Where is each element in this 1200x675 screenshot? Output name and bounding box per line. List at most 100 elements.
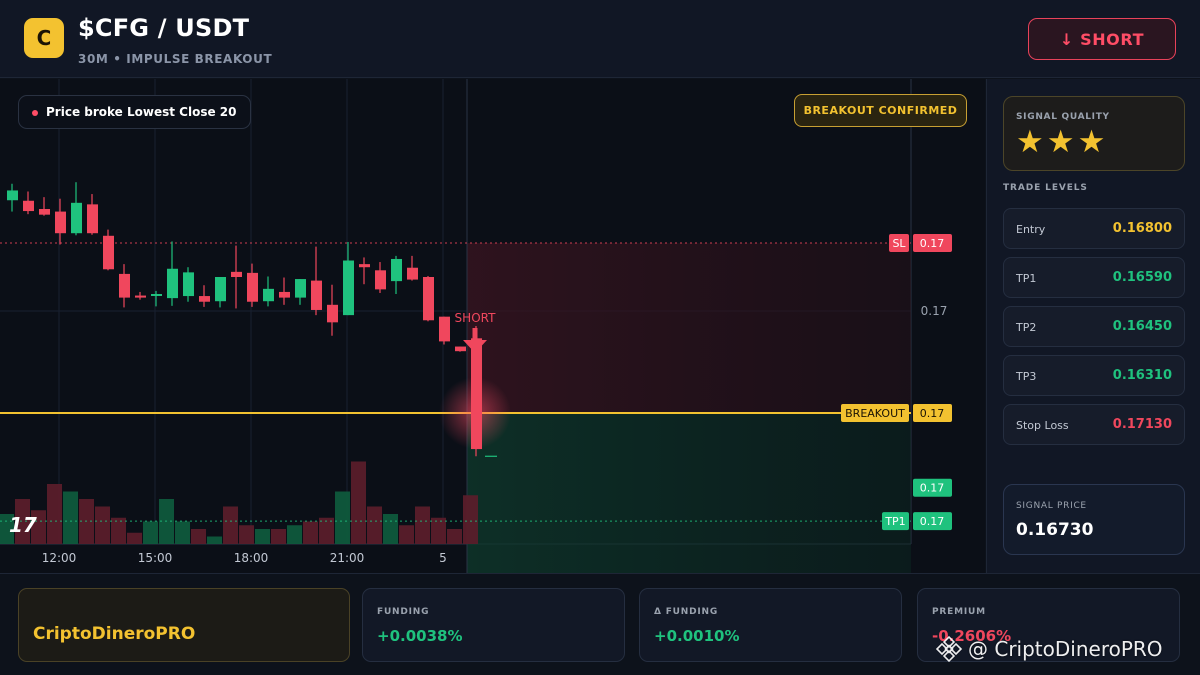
candle-body[interactable]	[455, 346, 466, 352]
funding-value: +0.0038%	[377, 627, 463, 645]
signal-price-value: 0.16730	[1016, 520, 1094, 540]
candle-body[interactable]	[103, 235, 114, 270]
sl-price-text: 0.17	[920, 237, 945, 250]
candle-body[interactable]	[151, 294, 162, 296]
volume-bar	[447, 529, 462, 544]
candle-body[interactable]	[23, 200, 34, 212]
header-bar: C $CFG / USDT 30M • IMPULSE BREAKOUT ↓ S…	[0, 0, 1200, 78]
candle-body[interactable]	[135, 295, 146, 298]
candle-body[interactable]	[327, 304, 338, 323]
candle-body[interactable]	[167, 268, 178, 299]
brand-name: CriptoDineroPRO	[33, 624, 196, 644]
tp1-price-text: 0.17	[920, 515, 945, 528]
time-axis-tick: 12:00	[42, 551, 77, 565]
level-tp1: TP1 0.16590	[1003, 257, 1185, 298]
volume-bar	[127, 532, 142, 544]
volume-bar	[191, 529, 206, 544]
coin-logo: C	[24, 18, 64, 58]
delta-funding-value: +0.0010%	[654, 627, 740, 645]
breakout-info-pill: Price broke Lowest Close 20	[18, 95, 252, 129]
volume-bar	[47, 484, 62, 544]
time-axis-tick: 18:00	[234, 551, 269, 565]
level-value: 0.16450	[1112, 319, 1172, 334]
price-axis-tick: 0.17	[921, 304, 948, 318]
volume-bar	[415, 506, 430, 544]
time-axis-tick: 5	[439, 551, 447, 565]
level-value: 0.16590	[1112, 270, 1172, 285]
candle-body[interactable]	[423, 277, 434, 321]
level-name: Entry	[1016, 223, 1046, 236]
volume-bar	[351, 461, 366, 544]
candle-body[interactable]	[311, 280, 322, 310]
tp1-tag-text: TP1	[884, 515, 905, 528]
tradingview-logo-icon: 17	[9, 513, 37, 537]
candle-body[interactable]	[391, 258, 402, 282]
candle-body[interactable]	[231, 271, 242, 277]
candle-body[interactable]	[183, 272, 194, 297]
signal-quality-label: SIGNAL QUALITY	[1016, 112, 1110, 122]
breakout-price-text: 0.17	[920, 407, 945, 420]
candlestick-chart[interactable]: SHORT 0.17 SL 0.17 BREAKOUT 0.17 0.17 TP1 0.17 1…	[0, 79, 985, 573]
short-marker-label: SHORT	[455, 311, 497, 325]
funding-label: FUNDING	[377, 607, 430, 617]
time-axis-tick: 15:00	[138, 551, 173, 565]
sl-tag-text: SL	[892, 237, 906, 250]
candle-body[interactable]	[119, 273, 130, 298]
volume-bar	[95, 506, 110, 544]
candle-body[interactable]	[247, 272, 258, 302]
trade-levels-label: TRADE LEVELS	[1003, 183, 1088, 193]
volume-bar	[431, 517, 446, 544]
level-value: 0.17130	[1112, 417, 1172, 432]
delta-funding-card: Δ FUNDING +0.0010%	[639, 588, 902, 662]
candle-body[interactable]	[343, 260, 354, 316]
candle-body[interactable]	[7, 190, 18, 201]
signal-price-card: SIGNAL PRICE 0.16730	[1003, 484, 1185, 555]
candle-body[interactable]	[215, 277, 226, 302]
candle-body[interactable]	[359, 264, 370, 268]
short-button[interactable]: ↓ SHORT	[1028, 18, 1176, 60]
level-name: TP2	[1016, 321, 1037, 334]
signal-price-label: SIGNAL PRICE	[1016, 501, 1087, 511]
volume-bar	[367, 506, 382, 544]
level-name: TP3	[1016, 370, 1037, 383]
funding-card: FUNDING +0.0038%	[362, 588, 625, 662]
candle-body[interactable]	[263, 288, 274, 302]
watermark: @ CriptoDineroPRO	[936, 636, 1163, 662]
candle-body[interactable]	[71, 202, 82, 234]
price-chart[interactable]: SHORT 0.17 SL 0.17 BREAKOUT 0.17 0.17 TP1 0.17 1…	[0, 79, 985, 573]
volume-bar	[111, 517, 126, 544]
level-stop-loss: Stop Loss 0.17130	[1003, 404, 1185, 445]
volume-bar	[63, 491, 78, 544]
pair-subtitle: 30M • IMPULSE BREAKOUT	[78, 52, 273, 66]
level-tp3: TP3 0.16310	[1003, 355, 1185, 396]
level-value: 0.16310	[1112, 368, 1172, 383]
candle-body[interactable]	[375, 270, 386, 290]
breakout-tag-text: BREAKOUT	[845, 407, 905, 420]
candle-body[interactable]	[407, 267, 418, 280]
candle-body[interactable]	[199, 296, 210, 302]
brand-card: CriptoDineroPRO	[18, 588, 350, 662]
signal-quality-card: SIGNAL QUALITY ★★★	[1003, 96, 1185, 171]
volume-bar	[319, 517, 334, 544]
level-name: Stop Loss	[1016, 419, 1069, 432]
level-entry: Entry 0.16800	[1003, 208, 1185, 249]
binance-logo-icon	[936, 636, 962, 662]
volume-bar	[463, 495, 478, 544]
signal-sidebar: SIGNAL QUALITY ★★★ TRADE LEVELS Entry 0.…	[986, 79, 1200, 573]
level-tp2: TP2 0.16450	[1003, 306, 1185, 347]
candle-body[interactable]	[471, 338, 482, 450]
candle-body[interactable]	[39, 209, 50, 215]
premium-label: PREMIUM	[932, 607, 986, 617]
candle-body[interactable]	[279, 291, 290, 298]
breakout-confirmed-badge: BREAKOUT CONFIRMED	[794, 94, 967, 127]
star-rating-icon: ★★★	[1016, 124, 1109, 160]
volume-bar	[143, 521, 158, 544]
candle-body[interactable]	[439, 316, 450, 342]
volume-bar	[175, 521, 190, 544]
candle-body[interactable]	[87, 204, 98, 234]
delta-funding-label: Δ FUNDING	[654, 607, 719, 617]
candle-body[interactable]	[55, 211, 66, 234]
reward-zone	[467, 413, 911, 573]
candle-body[interactable]	[295, 279, 306, 298]
volume-bar	[383, 514, 398, 544]
